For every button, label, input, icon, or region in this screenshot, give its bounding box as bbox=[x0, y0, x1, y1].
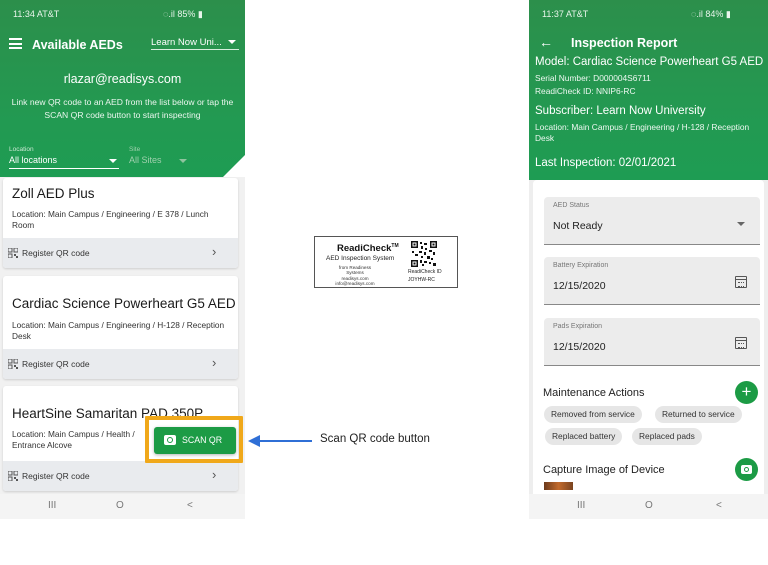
field-value: 12/15/2020 bbox=[553, 280, 606, 292]
signal-icon: ◌.il bbox=[163, 9, 175, 19]
aed-name: Zoll AED Plus bbox=[12, 186, 95, 201]
aed-card[interactable]: Cardiac Science Powerheart G5 AED Locati… bbox=[3, 276, 238, 379]
readicheck-qr-label: ReadiCheckTM AED Inspection System from … bbox=[314, 236, 458, 288]
aed-model: Model: Cardiac Science Powerheart G5 AED bbox=[535, 56, 764, 68]
scan-qr-label: SCAN QR bbox=[182, 435, 223, 445]
maintenance-actions-title: Maintenance Actions bbox=[543, 387, 645, 399]
instruction-text: Link new QR code to an AED from the list… bbox=[11, 97, 234, 120]
back-icon[interactable]: < bbox=[187, 500, 193, 511]
chevron-down-icon[interactable] bbox=[179, 159, 187, 163]
site-filter-label: Site bbox=[129, 146, 141, 153]
camera-button[interactable] bbox=[735, 458, 758, 481]
chevron-right-icon[interactable]: › bbox=[212, 244, 216, 259]
field-label: Battery Expiration bbox=[553, 262, 609, 269]
maintenance-chip[interactable]: Replaced battery bbox=[545, 428, 623, 445]
field-value: Not Ready bbox=[553, 220, 603, 232]
home-icon[interactable]: O bbox=[116, 500, 124, 511]
recents-icon[interactable]: III bbox=[48, 500, 56, 511]
home-icon[interactable]: O bbox=[645, 500, 653, 511]
register-qr-label: Register QR code bbox=[22, 359, 90, 369]
aed-card[interactable]: Zoll AED Plus Location: Main Campus / En… bbox=[3, 178, 238, 268]
scan-qr-button[interactable]: SCAN QR bbox=[154, 427, 236, 454]
register-qr-row[interactable]: Register QR code › bbox=[3, 238, 238, 268]
maintenance-chip[interactable]: Removed from service bbox=[544, 406, 642, 423]
battery-expiration-field[interactable]: Battery Expiration 12/15/2020 bbox=[544, 257, 760, 305]
serial-number: Serial Number: D000004S6711 bbox=[535, 73, 651, 83]
subscriber-select[interactable]: Learn Now Uni... bbox=[151, 37, 239, 50]
calendar-icon[interactable] bbox=[735, 337, 747, 349]
qr-code-icon bbox=[8, 248, 18, 258]
inspection-form: AED Status Not Ready Battery Expiration … bbox=[533, 180, 764, 519]
chevron-down-icon[interactable] bbox=[228, 40, 236, 44]
camera-icon bbox=[164, 435, 176, 445]
last-inspection: Last Inspection: 02/01/2021 bbox=[535, 157, 677, 169]
chevron-down-icon[interactable] bbox=[109, 159, 117, 163]
plus-icon: + bbox=[741, 382, 752, 401]
aed-location: Location: Main Campus / Engineering / H-… bbox=[535, 122, 750, 143]
back-icon[interactable]: < bbox=[716, 500, 722, 511]
brand-name: ReadiCheckTM bbox=[337, 243, 399, 255]
subscriber: Subscriber: Learn Now University bbox=[535, 105, 706, 117]
capture-image-title: Capture Image of Device bbox=[543, 464, 665, 476]
company-info: from Readiness Systems readisys.com info… bbox=[335, 265, 375, 287]
field-label: Pads Expiration bbox=[553, 323, 603, 330]
field-value: 12/15/2020 bbox=[553, 341, 606, 353]
battery-level: 84% bbox=[705, 9, 724, 19]
header: 11:37 AT&T ◌.il 84% ▮ ← Inspection Repor… bbox=[529, 0, 768, 180]
aed-status-select[interactable]: AED Status Not Ready bbox=[544, 197, 760, 245]
qr-code-icon bbox=[8, 359, 18, 369]
location-filter-label: Location bbox=[9, 146, 34, 153]
status-time: 11:34 AT&T bbox=[13, 9, 60, 19]
device-image-thumbnail[interactable] bbox=[544, 482, 573, 490]
signal-icon: ◌.il bbox=[691, 9, 703, 19]
hamburger-menu-icon[interactable] bbox=[9, 38, 22, 49]
page-title: Available AEDs bbox=[32, 38, 123, 52]
recents-icon[interactable]: III bbox=[577, 500, 585, 511]
android-nav-bar: III O < bbox=[529, 494, 768, 519]
aed-location: Location: Main Campus / Health / Entranc… bbox=[12, 429, 135, 450]
arrow-left-icon bbox=[248, 435, 312, 447]
page-title: Inspection Report bbox=[571, 36, 678, 50]
readicheck-id-label: ReadiCheck ID bbox=[408, 269, 442, 275]
maintenance-chip[interactable]: Replaced pads bbox=[632, 428, 702, 445]
aed-name: Cardiac Science Powerheart G5 AED bbox=[12, 296, 236, 311]
chevron-right-icon[interactable]: › bbox=[212, 467, 216, 482]
battery-level: 85% bbox=[177, 9, 196, 19]
battery-icon: ▮ bbox=[725, 9, 731, 19]
register-qr-row[interactable]: Register QR code › bbox=[3, 461, 238, 491]
aed-location: Location: Main Campus / Engineering / H-… bbox=[12, 320, 225, 341]
add-maintenance-button[interactable]: + bbox=[735, 381, 758, 404]
back-arrow-icon[interactable]: ← bbox=[539, 34, 553, 50]
register-qr-label: Register QR code bbox=[22, 248, 90, 258]
field-label: AED Status bbox=[553, 202, 590, 209]
register-qr-row[interactable]: Register QR code › bbox=[3, 349, 238, 379]
header: 11:34 AT&T ◌.il 85% ▮ Available AEDs Lea… bbox=[0, 0, 245, 177]
readicheck-id-value: JOYHW-RC bbox=[408, 277, 435, 283]
status-time: 11:37 AT&T bbox=[542, 9, 589, 19]
callout-caption: Scan QR code button bbox=[320, 433, 430, 445]
maintenance-chip[interactable]: Returned to service bbox=[655, 406, 742, 423]
chevron-right-icon[interactable]: › bbox=[212, 355, 216, 370]
pads-expiration-field[interactable]: Pads Expiration 12/15/2020 bbox=[544, 318, 760, 366]
battery-icon: ▮ bbox=[197, 9, 203, 19]
system-name: AED Inspection System bbox=[326, 255, 395, 262]
status-indicators: ◌.il 85% ▮ bbox=[163, 9, 203, 20]
user-email: rlazar@readisys.com bbox=[63, 72, 182, 86]
trademark: TM bbox=[391, 243, 399, 249]
qr-code-icon bbox=[8, 471, 18, 481]
inspection-report-screen: 11:37 AT&T ◌.il 84% ▮ ← Inspection Repor… bbox=[529, 0, 768, 519]
register-qr-label: Register QR code bbox=[22, 471, 90, 481]
location-filter-select[interactable]: All locations bbox=[9, 155, 119, 169]
chevron-down-icon[interactable] bbox=[737, 222, 745, 226]
status-indicators: ◌.il 84% ▮ bbox=[691, 9, 731, 20]
android-nav-bar: III O < bbox=[0, 494, 245, 519]
aed-location: Location: Main Campus / Engineering / E … bbox=[12, 209, 209, 230]
calendar-icon[interactable] bbox=[735, 276, 747, 288]
qr-code-image bbox=[411, 241, 437, 267]
readicheck-id: ReadiCheck ID: NNIP6-RC bbox=[535, 86, 636, 96]
